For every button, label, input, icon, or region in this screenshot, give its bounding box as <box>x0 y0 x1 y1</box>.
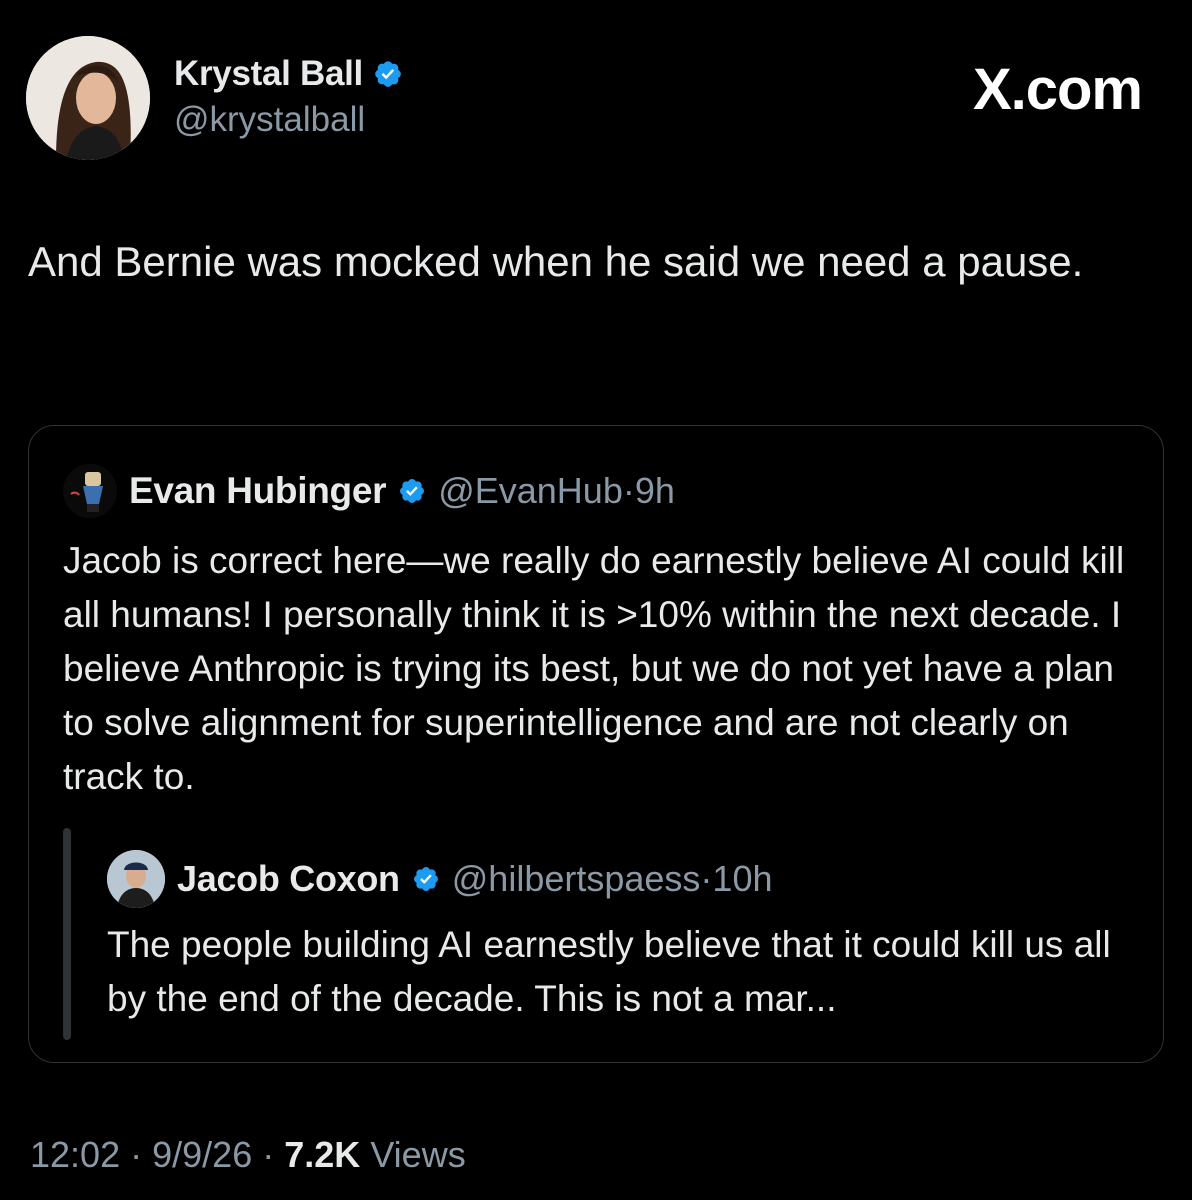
quote-author-avatar[interactable] <box>63 464 117 518</box>
quote-author-handle[interactable]: @EvanHub·9h <box>438 470 675 512</box>
nested-author-handle[interactable]: @hilbertspaess·10h <box>452 858 773 900</box>
nested-author-avatar[interactable] <box>107 850 165 908</box>
nested-time: 10h <box>712 858 773 899</box>
separator: · <box>622 470 635 511</box>
nested-author-name[interactable]: Jacob Coxon <box>177 858 400 900</box>
tweet-date[interactable]: 9/9/26 <box>152 1134 252 1175</box>
separator: · <box>700 858 713 899</box>
thread-line <box>63 828 71 1040</box>
nested-text: The people building AI earnestly believe… <box>107 924 1111 1019</box>
quote-tweet-card[interactable]: Evan Hubinger @EvanHub·9h Jacob is corre… <box>28 425 1164 1063</box>
views-label: Views <box>370 1134 466 1175</box>
views-count[interactable]: 7.2K <box>284 1134 360 1175</box>
author-avatar[interactable] <box>26 36 150 160</box>
verified-badge-icon <box>400 479 425 503</box>
tweet-screenshot: Krystal Ball @krystalball X.com And Bern… <box>0 0 1192 1200</box>
brand-logo: X.com <box>972 57 1143 122</box>
quote-time: 9h <box>634 470 675 511</box>
quote-header: Evan Hubinger @EvanHub·9h <box>63 464 675 518</box>
nested-header: Jacob Coxon @hilbertspaess·10h <box>107 850 773 908</box>
tweet-time[interactable]: 12:02 <box>30 1134 120 1175</box>
quote-text: Jacob is correct here—we really do earne… <box>63 540 1125 797</box>
verified-badge-icon <box>375 61 401 87</box>
author-display-name[interactable]: Krystal Ball <box>174 54 363 94</box>
author-handle[interactable]: @krystalball <box>174 100 403 140</box>
separator: · <box>130 1134 143 1175</box>
tweet-meta: 12:02 · 9/9/26 · 7.2K Views <box>30 1134 466 1176</box>
nested-handle-text: @hilbertspaess <box>451 858 701 899</box>
nested-quote[interactable]: Jacob Coxon @hilbertspaess·10h The peopl… <box>63 828 1133 1040</box>
separator: · <box>262 1134 275 1175</box>
quote-author-name[interactable]: Evan Hubinger <box>129 470 387 512</box>
verified-badge-icon <box>413 867 438 891</box>
quote-handle-text: @EvanHub <box>438 470 623 511</box>
author-block: Krystal Ball @krystalball <box>174 52 403 140</box>
tweet-text: And Bernie was mocked when he said we ne… <box>28 238 1084 285</box>
